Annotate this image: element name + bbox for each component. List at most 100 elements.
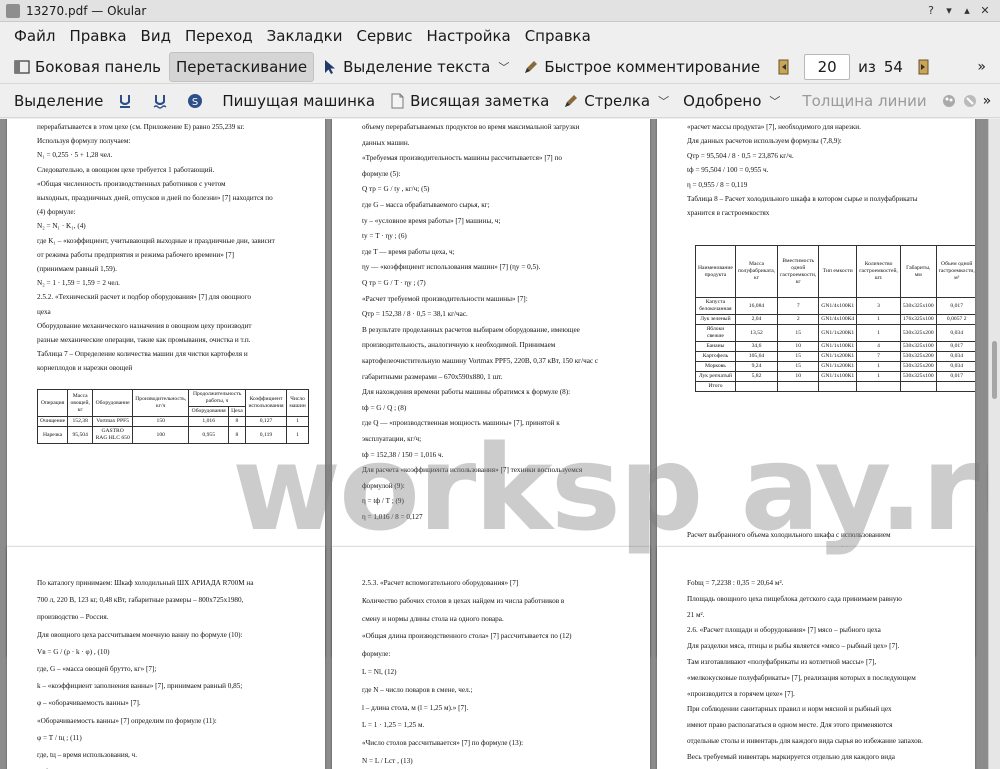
text-line: Расчет выбранного объема холодильного шк… [687,531,891,539]
okular-app-icon [6,3,20,18]
typewriter-button[interactable]: Пишущая машинка [216,86,381,116]
text-line: производительность, аналогичную к необхо… [362,341,556,350]
page-of-label: из [858,57,876,76]
table-row: Очищение 152,38 Vortmax PPF5 150 1,016 8… [36,416,309,427]
document-viewport[interactable]: перерабатывается в этом цехе (см. Прилож… [0,119,988,769]
chevron-down-icon[interactable]: ﹀ [769,93,780,109]
text-line: эксплуатации, кг/ч; [362,435,422,443]
table-row: Лук репчатый 5,82 10 GN1/1х100К1 1 530х325х10… [695,371,975,382]
text-line: (принимаем равный 1,59). [37,265,117,273]
text-line: Для расчета «коэффициента использования»… [362,466,583,475]
text-line: Следовательно, в овощном цехе требуется … [37,165,215,174]
table-cell: 100 [132,426,190,444]
table-7: Операция Масса овощей, кг Оборудование П… [36,389,309,444]
text-select-label: Выделение текста [343,57,491,76]
sidebar-button[interactable]: Боковая панель [8,52,167,82]
scrollbar-thumb[interactable] [992,341,997,399]
stamp-button[interactable]: Одобрено ﹀ [677,86,786,116]
vertical-scrollbar[interactable] [988,119,1000,769]
opacity-icon[interactable] [962,93,978,109]
underline-button[interactable] [111,86,144,116]
table-cell: 150 [132,416,190,427]
text-line: смену и нормы длины стола на одного пова… [362,614,504,623]
text-line: где G – масса обрабатываемого сырья, кг; [362,201,490,209]
table-cell: 0,127 [244,416,288,427]
table-cell: 0,034 [935,361,975,372]
menu-help[interactable]: Справка [519,27,597,45]
sidebar-icon [14,59,30,74]
text-line: Vв = G / (ρ · k · φ) , (10) [37,647,110,656]
toolbar-overflow-button[interactable]: » [983,93,992,109]
menu-file[interactable]: Файл [8,27,61,45]
arrow-button[interactable]: Стрелка ﹀ [557,86,675,116]
text-line: tф = G / Q ; (8) [362,403,407,412]
table-cell: GN1/1х200К1 [818,351,858,362]
text-line: корнеплодов и нарезки овощей [37,364,133,373]
text-line: «мелкокусковые полуфабрикаты» [7], реали… [687,673,916,682]
text-line: «Общая численность производственных рабо… [37,179,226,188]
table-cell: Производительность, кг/ч [132,389,190,417]
table-cell: 530х325х100 [899,341,937,352]
previous-page-icon[interactable] [776,59,792,75]
page-24: 2.5.3. «Расчет вспомогательного оборудов… [332,547,650,769]
text-line: «Расчет требуемой производительности маш… [362,294,528,303]
text-line: tф = 95,504 / 100 = 0,955 ч. [687,166,769,175]
menu-view[interactable]: Вид [135,27,177,45]
menu-tools[interactable]: Сервис [350,27,418,45]
table-cell: Тип емкости [818,245,858,298]
text-line: хранится в гастроемкостях [687,209,770,218]
chevron-down-icon[interactable]: ﹀ [658,93,669,109]
text-line: η = 1,016 / 8 = 0,127 [362,513,423,521]
text-line: L = 1 · 1,25 = 1,25 м. [362,721,425,730]
toolbar-overflow-button[interactable]: » [977,59,986,75]
text-line: отдельные столы и инвентарь для каждого … [687,737,923,745]
sticky-note-button[interactable]: Висящая заметка [383,86,555,116]
table-cell [899,381,937,392]
text-select-button[interactable]: Выделение текста ﹀ [316,52,515,82]
table-cell: 8 [228,416,246,427]
next-page-icon[interactable] [915,59,931,75]
text-line: «расчет массы продукта» [7], необходимог… [687,123,861,131]
table-cell: GN1/4х100К1 [818,297,858,315]
drag-mode-button[interactable]: Перетаскивание [169,51,315,82]
table-cell: 530х325х200 [899,351,937,362]
table-cell: 530х325х200 [899,361,937,372]
text-line: Таблица 8 – Расчет холодильного шкафа в … [687,195,918,203]
text-line: N₁ = 0,255 · 5 + 1,28 чел. [37,151,113,160]
text-line: где K₁ – «коэффициент, учитывающий выход… [37,236,275,245]
page-total: 54 [883,57,903,76]
close-window-button[interactable]: ✕ [976,4,994,17]
maximize-window-button[interactable]: ▴ [958,4,976,17]
highlight-button[interactable]: Выделение [8,86,109,116]
table-cell: 0,017 [935,341,975,352]
table-row: Операция Масса овощей, кг Оборудование П… [36,389,309,417]
text-line: картофелеочистительную машину Vortmax PP… [362,357,599,365]
table-cell: Vortmax PPF5 [92,416,134,427]
chevron-down-icon[interactable]: ﹀ [498,59,509,75]
line-width-button[interactable]: Толщина линии [796,86,932,116]
table-cell: Яблоки свежие [695,324,736,342]
table-cell [856,381,901,392]
quick-comment-button[interactable]: Быстрое комментирование [517,52,766,82]
quick-comment-label: Быстрое комментирование [544,57,761,76]
table-cell: Цеха [228,406,246,417]
page-25: Fоbщ = 7,2238 : 0,35 = 20,64 м². Площадь … [657,547,975,769]
minimize-window-button[interactable]: ▾ [940,4,958,17]
text-line: производство – Россия. [37,613,109,622]
table-cell: 8 [228,426,246,444]
table-cell: Продолжительность работы, ч [188,389,246,407]
menu-settings[interactable]: Настройка [421,27,517,45]
help-window-button[interactable]: ? [922,4,940,17]
text-line: Fоbщ = 7,2238 : 0,35 = 20,64 м². [687,579,784,587]
page-number-input[interactable]: 20 [804,53,851,80]
menu-edit[interactable]: Правка [63,27,132,45]
table-cell [777,381,820,392]
strikeout-button[interactable]: S [181,86,214,116]
menu-bookmarks[interactable]: Закладки [261,27,349,45]
text-line: 2.5.3. «Расчет вспомогательного оборудов… [362,579,519,587]
menu-bar: Файл Правка Вид Переход Закладки Сервис … [0,22,1000,50]
menu-go[interactable]: Переход [179,27,259,45]
table-cell: 0,955 [188,426,230,444]
squiggle-button[interactable] [146,86,179,116]
color-picker-icon[interactable] [941,93,957,109]
